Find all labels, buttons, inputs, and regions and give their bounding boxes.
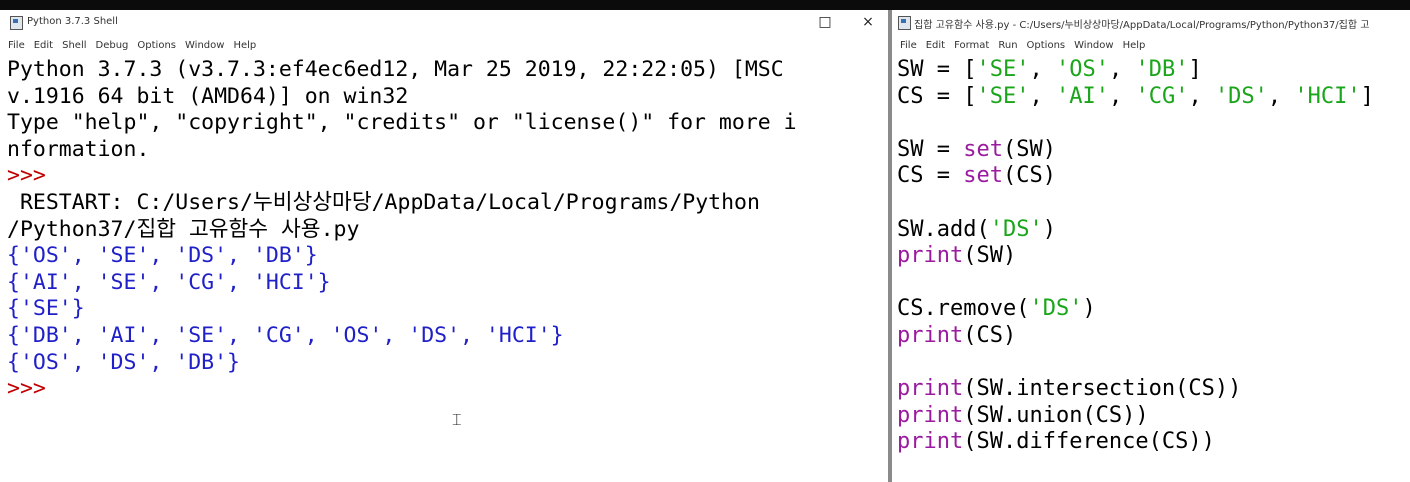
code-line: SW = set(SW) [897, 137, 1410, 164]
shell-menu-window[interactable]: Window [185, 36, 224, 56]
builtin-name: print [897, 243, 964, 269]
editor-window: 집합 고유함수 사용.py - C:/Users/누비상상마당/AppData/… [892, 10, 1410, 482]
editor-menubar: File Edit Format Run Options Window Help [892, 36, 1410, 56]
shell-title: Python 3.7.3 Shell [27, 16, 118, 27]
shell-line: RESTART: C:/Users/누비상상마당/AppData/Local/P… [7, 189, 760, 215]
editor-titlebar[interactable]: 집합 고유함수 사용.py - C:/Users/누비상상마당/AppData/… [892, 10, 1410, 36]
maximize-icon[interactable]: □ [812, 13, 838, 31]
shell-output-area[interactable]: Python 3.7.3 (v3.7.3:ef4ec6ed12, Mar 25 … [7, 57, 888, 403]
code-token: ) [1082, 296, 1096, 322]
string-literal: 'SE' [976, 83, 1030, 109]
shell-titlebar[interactable]: Python 3.7.3 Shell □ × [0, 10, 888, 36]
text-cursor-icon: ⌶ [452, 410, 462, 429]
builtin-name: set [963, 136, 1003, 162]
editor-file-icon [898, 16, 911, 30]
code-line: print(SW.union(CS)) [897, 403, 1410, 430]
close-icon[interactable]: × [855, 13, 881, 31]
code-line: CS.remove('DS') [897, 296, 1410, 323]
code-token: (SW.union(CS)) [963, 402, 1149, 428]
shell-line: {'DB', 'AI', 'SE', 'CG', 'OS', 'DS', 'HC… [7, 322, 564, 348]
editor-menu-window[interactable]: Window [1074, 36, 1113, 56]
builtin-name: print [897, 376, 964, 402]
code-token: CS = [ [897, 83, 977, 109]
code-token: (CS) [1002, 163, 1056, 189]
shell-menu-file[interactable]: File [8, 36, 25, 56]
builtin-name: set [963, 163, 1003, 189]
code-line: print(CS) [897, 323, 1410, 350]
code-line: SW.add('DS') [897, 217, 1410, 244]
code-token: (SW.difference(CS)) [963, 429, 1215, 455]
shell-line: {'OS', 'SE', 'DS', 'DB'} [7, 243, 318, 269]
editor-menu-edit[interactable]: Edit [926, 36, 945, 56]
string-literal: 'DB' [1135, 57, 1189, 82]
string-literal: 'SE' [976, 57, 1030, 82]
editor-menu-format[interactable]: Format [954, 36, 989, 56]
code-token: , [1029, 83, 1056, 109]
code-token: , [1029, 57, 1056, 82]
shell-line: {'SE'} [7, 296, 85, 322]
shell-line: {'OS', 'DS', 'DB'} [7, 349, 240, 375]
shell-prompt: >>> [7, 163, 46, 189]
string-literal: 'OS' [1055, 57, 1109, 82]
editor-menu-options[interactable]: Options [1027, 36, 1066, 56]
code-token: (CS) [963, 322, 1017, 348]
editor-title: 집합 고유함수 사용.py - C:/Users/누비상상마당/AppData/… [914, 20, 1370, 31]
code-line: print(SW.intersection(CS)) [897, 376, 1410, 403]
top-dark-strip [0, 0, 1410, 10]
shell-line: /Python37/집합 고유함수 사용.py [7, 216, 360, 242]
string-literal: 'CG' [1135, 83, 1189, 109]
shell-menubar: File Edit Shell Debug Options Window Help [0, 36, 888, 56]
python-shell-window: Python 3.7.3 Shell □ × File Edit Shell Debu… [0, 10, 888, 482]
code-token: , [1108, 83, 1136, 109]
code-line: print(SW) [897, 243, 1410, 270]
code-line: CS = set(CS) [897, 163, 1410, 190]
code-token: , [1267, 83, 1295, 109]
shell-line: Type "help", "copyright", "credits" or "… [7, 110, 797, 136]
string-literal: 'DS' [1214, 83, 1268, 109]
code-token: ] [1188, 57, 1202, 82]
code-token: SW.add( [897, 216, 990, 242]
shell-menu-shell[interactable]: Shell [62, 36, 86, 56]
shell-line: v.1916 64 bit (AMD64)] on win32 [7, 83, 409, 109]
editor-menu-run[interactable]: Run [998, 36, 1017, 56]
code-token: (SW) [1002, 136, 1056, 162]
code-line: print(SW.difference(CS)) [897, 429, 1410, 456]
editor-menu-help[interactable]: Help [1123, 36, 1146, 56]
builtin-name: print [897, 402, 964, 428]
python-shell-icon [10, 16, 23, 30]
code-token: CS.remove( [897, 296, 1030, 322]
shell-menu-debug[interactable]: Debug [96, 36, 129, 56]
string-literal: 'AI' [1055, 83, 1109, 109]
shell-menu-edit[interactable]: Edit [34, 36, 53, 56]
code-line: CS = ['SE', 'AI', 'CG', 'DS', 'HCI'] [897, 84, 1410, 111]
editor-menu-file[interactable]: File [900, 36, 917, 56]
string-literal: 'DS' [1029, 296, 1083, 322]
shell-line: Python 3.7.3 (v3.7.3:ef4ec6ed12, Mar 25 … [7, 57, 784, 82]
code-token: CS = [897, 163, 964, 189]
builtin-name: print [897, 322, 964, 348]
code-token: SW = [897, 136, 964, 162]
code-token: (SW.intersection(CS)) [963, 376, 1242, 402]
code-token: ] [1360, 83, 1374, 109]
shell-line: {'AI', 'SE', 'CG', 'HCI'} [7, 269, 331, 295]
code-token: SW = [ [897, 57, 977, 82]
code-token: ) [1042, 216, 1056, 242]
shell-menu-help[interactable]: Help [233, 36, 256, 56]
shell-prompt: >>> [7, 376, 46, 402]
shell-menu-options[interactable]: Options [137, 36, 176, 56]
shell-line: nformation. [7, 136, 150, 162]
editor-code-area[interactable]: SW = ['SE', 'OS', 'DB'] CS = ['SE', 'AI',… [897, 57, 1410, 456]
code-token: , [1108, 57, 1136, 82]
builtin-name: print [897, 429, 964, 455]
code-token: (SW) [963, 243, 1017, 269]
code-token: , [1188, 83, 1215, 109]
code-line: SW = ['SE', 'OS', 'DB'] [897, 57, 1410, 84]
string-literal: 'HCI' [1294, 83, 1361, 109]
string-literal: 'DS' [989, 216, 1043, 242]
